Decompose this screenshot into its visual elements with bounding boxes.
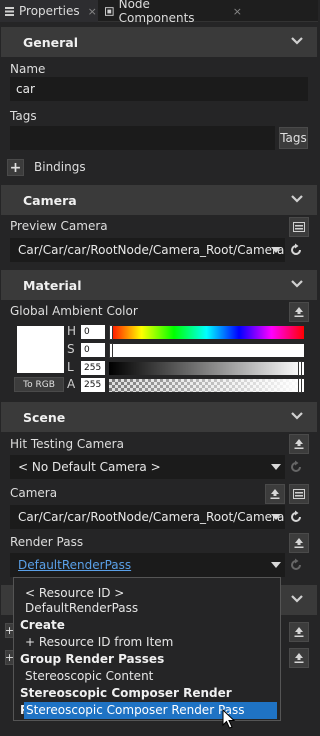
section-material[interactable]: Material (1, 270, 317, 300)
close-icon[interactable]: × (88, 5, 97, 18)
camera-preview-icon (293, 489, 305, 499)
lightness-slider-thumb[interactable] (298, 361, 302, 376)
dropdown-arrow-icon (271, 464, 281, 470)
export-button[interactable] (289, 302, 309, 322)
alpha-slider[interactable] (109, 378, 304, 393)
chevron-down-icon[interactable] (291, 36, 303, 46)
export-icon (294, 627, 304, 637)
section-title: Scene (23, 409, 66, 425)
preview-camera-dropdown[interactable]: Car/Car/car/RootNode/Camera_Root/Camera (10, 238, 285, 262)
render-pass-popup: < Resource ID > DefaultRenderPass Create… (13, 577, 281, 721)
render-pass-label: Render Pass (10, 535, 84, 549)
dropdown-arrow-icon (271, 247, 281, 253)
hue-slider-thumb[interactable] (109, 325, 113, 340)
hit-testing-camera-value: < No Default Camera > (18, 460, 161, 474)
add-binding-button[interactable]: + (7, 159, 24, 176)
section-title: Material (23, 277, 82, 293)
tab-label: Properties (19, 4, 80, 18)
export-button[interactable] (289, 648, 309, 668)
scene-camera-dropdown[interactable]: Car/Car/car/RootNode/Camera_Root/Camera (10, 505, 285, 529)
hue-slider[interactable] (109, 325, 304, 340)
bindings-label: Bindings (34, 160, 86, 174)
tab-node-components[interactable]: Node Components × (100, 0, 242, 25)
channel-a-value[interactable]: 255 (81, 378, 105, 392)
popup-item-stereoscopic-composer-render-pass[interactable]: Stereoscopic Composer Render Pass (24, 702, 277, 719)
saturation-slider-thumb[interactable] (109, 343, 113, 358)
popup-item-default-render-pass[interactable]: DefaultRenderPass (14, 600, 280, 617)
ambient-color-label: Global Ambient Color (10, 304, 138, 318)
preview-camera-value: Car/Car/car/RootNode/Camera_Root/Camera (18, 243, 285, 257)
lightness-slider[interactable] (109, 361, 304, 376)
refresh-icon (291, 460, 301, 472)
hit-testing-camera-dropdown[interactable]: < No Default Camera > (10, 455, 285, 479)
refresh-button[interactable] (289, 558, 303, 572)
channel-s-value[interactable]: 0 (81, 343, 105, 357)
chevron-down-icon[interactable] (291, 411, 303, 421)
chevron-down-icon[interactable] (291, 194, 303, 204)
camera-label: Camera (10, 486, 58, 500)
section-title: General (23, 34, 78, 50)
channel-l-label: L (67, 360, 74, 374)
preview-camera-label: Preview Camera (10, 219, 108, 233)
scene-camera-value: Car/Car/car/RootNode/Camera_Root/Camera (18, 510, 285, 524)
camera-preview-icon (293, 222, 305, 232)
export-icon (294, 307, 304, 317)
refresh-button[interactable] (289, 460, 303, 474)
refresh-icon (291, 558, 301, 570)
section-camera[interactable]: Camera (1, 185, 317, 215)
export-button[interactable] (289, 434, 309, 454)
tags-label: Tags (10, 109, 37, 123)
refresh-icon (291, 243, 301, 255)
export-icon (270, 489, 280, 499)
color-swatch[interactable] (17, 326, 64, 373)
render-pass-value: DefaultRenderPass (18, 558, 132, 572)
alpha-slider-thumb[interactable] (298, 378, 302, 393)
properties-icon (5, 6, 14, 16)
channel-a-label: A (67, 377, 76, 391)
export-icon (294, 653, 304, 663)
export-icon (294, 538, 304, 548)
tags-button[interactable]: Tags (279, 127, 308, 149)
export-button[interactable] (289, 622, 309, 642)
export-button[interactable] (265, 484, 285, 504)
tags-field[interactable] (10, 126, 275, 150)
popup-item-stereoscopic-content[interactable]: Stereoscopic Content (14, 668, 280, 685)
tab-properties[interactable]: Properties × (0, 0, 98, 22)
popup-item-resource-id-from-item[interactable]: + Resource ID from Item (14, 634, 280, 651)
export-button[interactable] (289, 533, 309, 553)
chevron-down-icon[interactable] (291, 279, 303, 289)
section-scene[interactable]: Scene (1, 402, 317, 432)
chevron-down-icon[interactable] (291, 594, 303, 604)
tab-bar: Properties × Node Components × (0, 0, 318, 25)
section-general[interactable]: General (1, 27, 317, 57)
channel-l-value[interactable]: 255 (81, 361, 105, 375)
export-icon (294, 439, 304, 449)
render-pass-dropdown[interactable]: DefaultRenderPass (10, 553, 285, 577)
tab-label: Node Components (118, 0, 195, 25)
hit-testing-camera-label: Hit Testing Camera (10, 437, 124, 451)
popup-group-create: Create (20, 618, 65, 632)
name-label: Name (10, 62, 46, 76)
saturation-slider[interactable] (109, 343, 304, 358)
section-title: Camera (23, 192, 77, 208)
refresh-button[interactable] (289, 243, 303, 257)
dropdown-arrow-icon (271, 514, 281, 520)
channel-h-label: H (67, 324, 77, 338)
name-field[interactable]: car (10, 77, 308, 101)
channel-h-value[interactable]: 0 (81, 325, 105, 339)
refresh-icon (291, 510, 301, 522)
node-components-icon (105, 6, 114, 16)
popup-group-stereoscopic-composer: Stereoscopic Composer Render Passes (20, 686, 232, 717)
to-rgb-button[interactable]: To RGB (14, 377, 64, 392)
camera-preview-button[interactable] (289, 484, 309, 504)
refresh-button[interactable] (289, 510, 303, 524)
preview-camera-button[interactable] (289, 217, 309, 237)
popup-group-render-passes: Group Render Passes (20, 652, 165, 666)
dropdown-arrow-icon (271, 562, 281, 568)
mouse-cursor-icon (222, 709, 236, 729)
channel-s-label: S (67, 342, 75, 356)
close-icon[interactable]: × (233, 5, 242, 18)
